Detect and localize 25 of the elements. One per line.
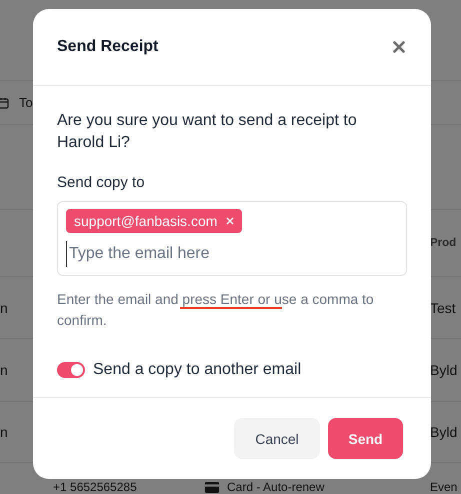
close-icon [393,41,405,53]
cancel-button[interactable]: Cancel [234,418,320,459]
table-cell: +1 5652565285 [53,481,137,493]
table-cell: n [0,300,8,316]
column-header: Prod [430,237,456,249]
date-filter-label[interactable]: To [19,95,33,110]
dialog-title: Send Receipt [57,38,158,56]
table-cell: n [0,362,8,378]
hint-text: Enter the email and press Enter or use a comma to confirm. [57,290,375,330]
field-label: Send copy to [57,174,146,191]
table-cell: Test [430,300,456,316]
toggle-label: Send a copy to another email [93,361,302,379]
table-cell: Byld [430,362,458,378]
remove-icon[interactable] [226,217,234,225]
table-cell: Even [430,481,458,493]
calendar-icon [0,96,9,108]
close-button[interactable] [391,39,407,55]
table-cell: Byld [430,424,458,440]
confirm-message: Are you sure you want to send a receipt to Harold Li? [57,111,358,153]
toggle-switch[interactable] [57,362,85,378]
send-button[interactable]: Send [328,418,403,459]
table-cell: Card - Auto-renew [227,481,324,493]
email-field[interactable]: support@fanbasis.com Type the email here [57,201,407,276]
tag-text: support@fanbasis.com [74,213,218,229]
table-cell: n [0,424,8,440]
